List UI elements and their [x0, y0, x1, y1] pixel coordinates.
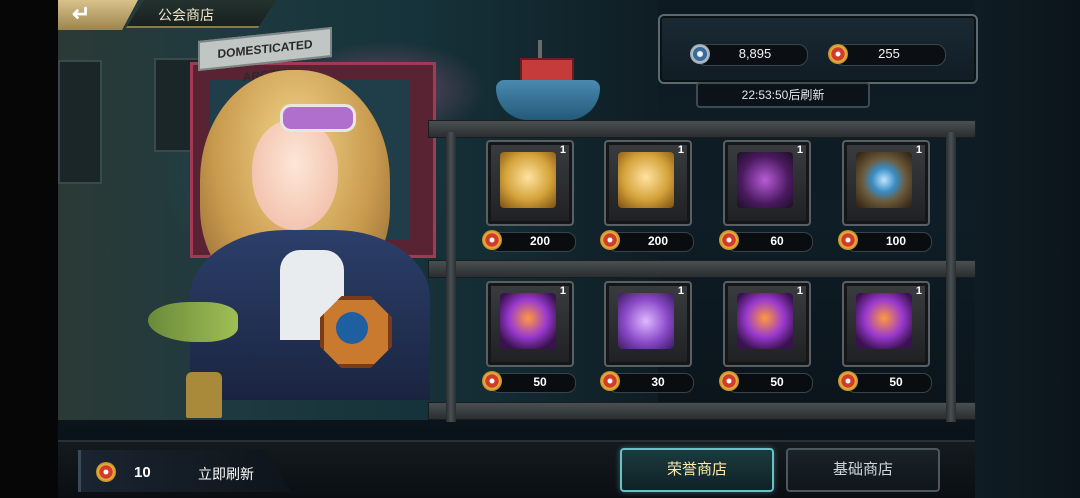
honor-medal-icon — [482, 230, 502, 250]
item-quantity: 1 — [796, 285, 803, 297]
character-goggles — [280, 104, 356, 132]
tab-basic-shop[interactable]: 基础商店 — [786, 448, 940, 492]
toy-ship-decoration — [490, 40, 604, 124]
page-title: 公会商店 — [158, 7, 214, 23]
shopkeeper-character — [160, 60, 450, 400]
ship-hull — [496, 80, 600, 120]
item-price: 50 — [889, 375, 903, 389]
item-price: 30 — [651, 375, 665, 389]
item-price: 200 — [647, 234, 669, 248]
bird-stand — [186, 372, 222, 418]
purple-cube-icon — [737, 152, 793, 208]
item-price: 50 — [533, 375, 547, 389]
shop-item-card[interactable]: 1 200 — [480, 140, 576, 264]
guild-coin-value: 8,895 — [738, 46, 772, 61]
gold-armor-plate-icon — [500, 152, 556, 208]
propeller-module-icon — [856, 152, 912, 208]
shelf-post — [446, 132, 456, 422]
item-price: 200 — [529, 234, 551, 248]
honor-medal-icon — [838, 371, 858, 391]
item-quantity: 1 — [677, 144, 684, 156]
shop-item-card[interactable]: 1 50 — [480, 281, 576, 405]
item-price: 100 — [885, 234, 907, 248]
honor-medal-icon — [719, 230, 739, 250]
supply-chest-icon — [500, 293, 556, 349]
currency-panel: 8,895 255 — [658, 14, 978, 84]
tab-honor-shop[interactable]: 荣誉商店 — [620, 448, 774, 492]
item-quantity: 1 — [915, 285, 922, 297]
back-arrow-icon: ↵ — [72, 1, 91, 26]
refresh-now-button[interactable]: 立即刷新 — [186, 460, 266, 488]
honor-medal-value: 255 — [878, 46, 900, 61]
purple-outfit-icon — [618, 293, 674, 349]
item-price: 50 — [770, 375, 784, 389]
shelf-beam-top — [428, 120, 976, 138]
honor-medal-icon — [96, 462, 116, 482]
item-quantity: 1 — [796, 144, 803, 156]
supply-chest-icon — [856, 293, 912, 349]
honor-medal-icon — [600, 371, 620, 391]
gold-weapon-parts-icon — [618, 152, 674, 208]
honor-medal-icon — [838, 230, 858, 250]
honor-medal-icon — [719, 371, 739, 391]
guild-shop-screen: DOMESTICATED ARCTIS ↵ 公会商店 8,895 255 22:… — [0, 0, 1080, 498]
item-quantity: 1 — [915, 144, 922, 156]
shop-item-card[interactable]: 1 200 — [598, 140, 694, 264]
right-edge-bar — [975, 0, 1080, 498]
shop-item-card[interactable]: 1 50 — [836, 281, 932, 405]
refresh-timer: 22:53:50后刷新 — [741, 88, 825, 102]
honor-medal-icon — [600, 230, 620, 250]
back-button[interactable]: ↵ — [58, 0, 138, 30]
shelf-post — [946, 132, 956, 422]
item-quantity: 1 — [677, 285, 684, 297]
shop-item-card[interactable]: 1 30 — [598, 281, 694, 405]
refresh-cost: 10 — [134, 464, 151, 481]
shop-item-card[interactable]: 1 100 — [836, 140, 932, 264]
item-price: 60 — [770, 234, 784, 248]
character-face — [252, 120, 338, 230]
item-quantity: 1 — [559, 285, 566, 297]
background-machine — [58, 60, 102, 184]
bagua-center — [336, 312, 368, 344]
item-quantity: 1 — [559, 144, 566, 156]
header: ↵ 公会商店 — [58, 0, 278, 30]
supply-chest-icon — [737, 293, 793, 349]
shop-item-card[interactable]: 1 50 — [717, 281, 813, 405]
left-edge-bar — [0, 0, 58, 498]
shop-item-card[interactable]: 1 60 — [717, 140, 813, 264]
honor-medal-icon — [482, 371, 502, 391]
